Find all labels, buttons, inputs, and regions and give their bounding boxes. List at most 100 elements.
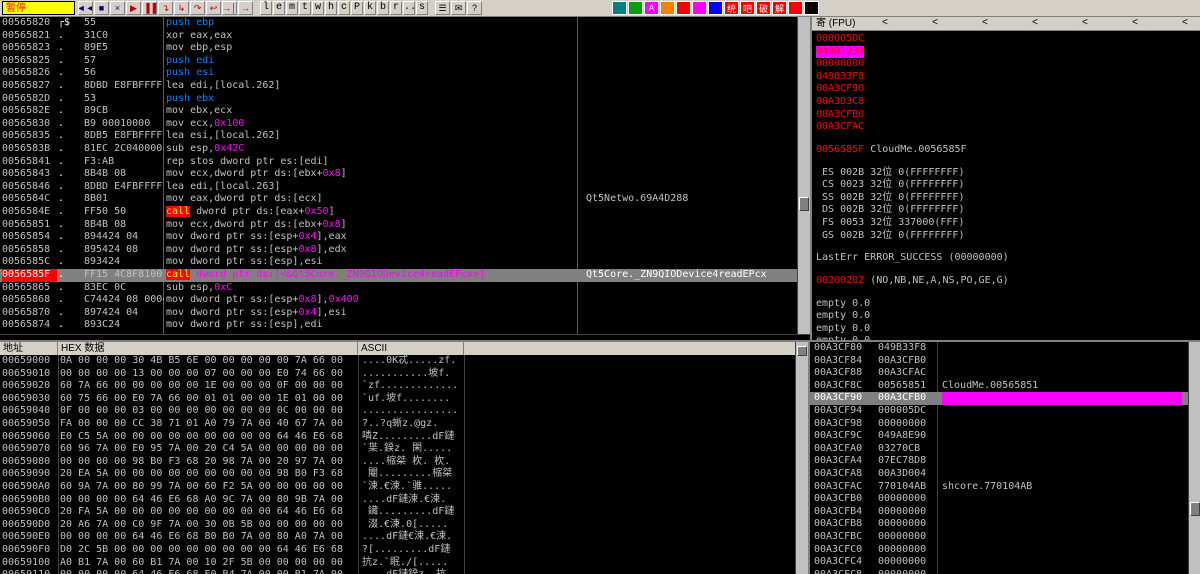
stack-row[interactable]: 00A3CFAC 770104AB shcore.770104AB bbox=[810, 481, 1188, 494]
stack-row[interactable]: 00A3CF98 00000000 bbox=[810, 418, 1188, 431]
register-nav-arrow[interactable]: < bbox=[1032, 17, 1038, 31]
stack-row[interactable]: 00A3CFB4 00000000 bbox=[810, 506, 1188, 519]
segment-register[interactable]: FS 0053 32位 337000(FFF) bbox=[816, 217, 964, 228]
disasm-row[interactable]: 00565870. 897424 04 mov dword ptr ss:[esp+… bbox=[0, 307, 798, 320]
toolbar-button-10[interactable]: → bbox=[238, 1, 253, 15]
stack-row[interactable]: 00A3CF90 00A3CFB0 bbox=[810, 392, 1188, 405]
toolbar-button-8[interactable]: ↩ bbox=[206, 1, 221, 15]
window-button-7[interactable]: P bbox=[351, 1, 363, 15]
window-button-2[interactable]: m bbox=[286, 1, 298, 15]
window-button-6[interactable]: c bbox=[338, 1, 350, 15]
scrollbar-thumb[interactable] bbox=[797, 346, 807, 356]
plugin-button-7[interactable]: 统 bbox=[724, 1, 739, 15]
dump-row[interactable]: 00659070 60 96 7A 00 E0 95 7A 00 20 C4 5A… bbox=[0, 443, 794, 456]
disasm-row[interactable]: 00565830. B9 00010000 mov ecx,0x100 bbox=[0, 118, 798, 131]
disasm-row[interactable]: 00565826. 56 push esi bbox=[0, 67, 798, 80]
dump-row[interactable]: 00659090 20 EA 5A 00 00 00 00 00 00 00 00… bbox=[0, 468, 794, 481]
toolbar-button-2[interactable]: × bbox=[110, 1, 125, 15]
disasm-row[interactable]: 00565854. 894424 04 mov dword ptr ss:[esp+… bbox=[0, 231, 798, 244]
disasm-row[interactable]: 0056584C. 8B01 mov eax,dword ptr ds:[ecx] Q… bbox=[0, 193, 798, 206]
disasm-row[interactable]: 00565841. F3:AB rep stos dword ptr es:[edi… bbox=[0, 156, 798, 169]
stack-row[interactable]: 00A3CF84 00A3CFB0 bbox=[810, 355, 1188, 368]
dump-row[interactable]: 0065911000 00 00 00 64 46 E6 68 E0 B4 7A… bbox=[0, 569, 794, 574]
window-button-5[interactable]: h bbox=[325, 1, 337, 15]
plugin-button-9[interactable]: 破 bbox=[756, 1, 771, 15]
toolbar-button-7[interactable]: ↷ bbox=[190, 1, 205, 15]
dump-row[interactable]: 006590B0 00 00 00 00 64 46 E6 68 A0 9C 7A… bbox=[0, 494, 794, 507]
disasm-row[interactable]: 0056582D. 53 push ebx bbox=[0, 93, 798, 106]
register-line[interactable]: SS 002B 32位 0(FFFFFFFF) bbox=[816, 192, 964, 205]
disasm-row[interactable]: 00565851. 8B4B 08 mov ecx,dword ptr ds:[eb… bbox=[0, 219, 798, 232]
plugin-button-6[interactable] bbox=[708, 1, 723, 15]
stack-pane[interactable]: 00A3CF80 049B33F8 00A3CF84 00A3CFB0 00A3CF88… bbox=[808, 340, 1200, 574]
register-nav-arrow[interactable]: < bbox=[1082, 17, 1088, 31]
window-button-8[interactable]: k bbox=[364, 1, 376, 15]
plugin-button-8[interactable]: 吧 bbox=[740, 1, 755, 15]
segment-register[interactable]: ES 002B 32位 0(FFFFFFFF) bbox=[816, 167, 964, 178]
register-line[interactable]: 00A3CF90 bbox=[816, 83, 864, 96]
segment-register[interactable]: SS 002B 32位 0(FFFFFFFF) bbox=[816, 192, 964, 203]
disasm-row[interactable]: 0056585F. FF15 4C8F8100 call dword ptr ds:… bbox=[0, 269, 798, 282]
register-value[interactable]: 00000000 bbox=[816, 58, 864, 69]
segment-register[interactable]: DS 002B 32位 0(FFFFFFFF) bbox=[816, 204, 964, 215]
dump-row[interactable]: 006590F0 D0 2C 5B 00 00 00 00 00 00 00 00… bbox=[0, 544, 794, 557]
toolbar-right-button-1[interactable]: ✉ bbox=[451, 1, 466, 15]
stack-row[interactable]: 00A3CFA4 07EC78D8 bbox=[810, 455, 1188, 468]
register-line[interactable]: CS 0023 32位 0(FFFFFFFF) bbox=[816, 179, 964, 192]
disasm-row[interactable]: 0056583B. 81EC 2C040000 sub esp,0x42C bbox=[0, 143, 798, 156]
dump-row[interactable]: 00659030 60 75 66 00 E0 7A 66 00 01 01 00… bbox=[0, 393, 794, 406]
toolbar-button-3[interactable]: ▶ bbox=[126, 1, 141, 15]
disasm-row[interactable]: 00565835. 8DB5 E8FBFFFF lea esi,[local.262… bbox=[0, 130, 798, 143]
window-button-4[interactable]: w bbox=[312, 1, 324, 15]
register-line[interactable]: FS 0053 32位 337000(FFF) bbox=[816, 217, 964, 230]
memory-dump-pane[interactable]: 地址 HEX 数据 ASCII 00659000 0A 00 00 00 30 4… bbox=[0, 340, 808, 574]
stack-row[interactable]: 00A3CFA8 00A3D004 bbox=[810, 468, 1188, 481]
register-nav-arrow[interactable]: < bbox=[882, 17, 888, 31]
register-line[interactable]: 04981230 bbox=[816, 46, 864, 59]
stack-row[interactable]: 00A3CF8C 00565851 CloudMe.00565851 bbox=[810, 380, 1188, 393]
disassembly-pane[interactable]: 00565820 ┌$ 55 push ebp 00565821. 31C0 xor eax… bbox=[0, 17, 810, 334]
plugin-button-3[interactable] bbox=[660, 1, 675, 15]
toolbar-button-6[interactable]: ↳ bbox=[174, 1, 189, 15]
eip-value[interactable]: 0056585F bbox=[816, 144, 864, 155]
dump-row[interactable]: 00659020 60 7A 66 00 00 00 00 00 1E 00 00… bbox=[0, 380, 794, 393]
register-value[interactable]: 00A3CFB0 bbox=[816, 109, 864, 120]
dump-row[interactable]: 00659010 00 00 00 00 13 00 00 00 07 00 00… bbox=[0, 368, 794, 381]
disasm-row[interactable]: 0056584E. FF50 50 call dword ptr ds:[eax+0… bbox=[0, 206, 798, 219]
stack-row[interactable]: 00A3CF88 00A3CFAC bbox=[810, 367, 1188, 380]
toolbar-button-1[interactable]: ■ bbox=[94, 1, 109, 15]
disasm-row[interactable]: 00565874. 893C24 mov dword ptr ss:[esp],ed… bbox=[0, 319, 798, 332]
register-line[interactable]: 00A3D3C8 bbox=[816, 96, 864, 109]
segment-register[interactable]: CS 0023 32位 0(FFFFFFFF) bbox=[816, 179, 964, 190]
window-button-3[interactable]: t bbox=[299, 1, 311, 15]
register-nav-arrow[interactable]: < bbox=[982, 17, 988, 31]
dump-scrollbar[interactable] bbox=[795, 342, 808, 574]
window-button-12[interactable]: s bbox=[416, 1, 428, 15]
register-value[interactable]: 000005DC bbox=[816, 33, 864, 44]
register-line[interactable]: empty 0.0 bbox=[816, 298, 870, 311]
disasm-row[interactable]: 00565865. 83EC 0C sub esp,0xC bbox=[0, 282, 798, 295]
stack-row[interactable]: 00A3CFB8 00000000 bbox=[810, 518, 1188, 531]
window-button-9[interactable]: b bbox=[377, 1, 389, 15]
toolbar-button-9[interactable]: →│ bbox=[222, 1, 237, 15]
dump-row[interactable]: 006590A0 60 9A 7A 00 80 99 7A 00 60 F2 5A… bbox=[0, 481, 794, 494]
disassembly-scrollbar[interactable] bbox=[797, 17, 810, 334]
window-button-11[interactable]: ... bbox=[403, 1, 415, 15]
dump-row[interactable]: 006590D0 20 A6 7A 00 C0 9F 7A 00 30 0B 5B… bbox=[0, 519, 794, 532]
scrollbar-thumb[interactable] bbox=[799, 197, 809, 211]
plugin-button-0[interactable] bbox=[612, 1, 627, 15]
toolbar-button-5[interactable]: ↴ bbox=[158, 1, 173, 15]
dump-header-address[interactable]: 地址 bbox=[0, 342, 58, 355]
register-line[interactable]: 00000000 bbox=[816, 58, 864, 71]
register-value[interactable]: 00A3CFAC bbox=[816, 121, 864, 132]
register-line[interactable]: 000005DC bbox=[816, 33, 864, 46]
register-line[interactable]: empty 0.0 bbox=[816, 310, 870, 323]
disasm-row[interactable]: 0056585C. 893424 mov dword ptr ss:[esp],es… bbox=[0, 256, 798, 269]
plugin-button-4[interactable] bbox=[676, 1, 691, 15]
stack-row[interactable]: 00A3CFB0 00000000 bbox=[810, 493, 1188, 506]
dump-row[interactable]: 00659060 E0 C5 5A 00 00 00 00 00 00 00 00… bbox=[0, 431, 794, 444]
dump-header-hex[interactable]: HEX 数据 bbox=[58, 342, 358, 355]
fpu-register[interactable]: empty 0.0 bbox=[816, 323, 870, 334]
dump-row[interactable]: 00659040 0F 00 00 00 03 00 00 00 00 00 00… bbox=[0, 405, 794, 418]
register-value[interactable]: 04981230 bbox=[816, 46, 864, 59]
